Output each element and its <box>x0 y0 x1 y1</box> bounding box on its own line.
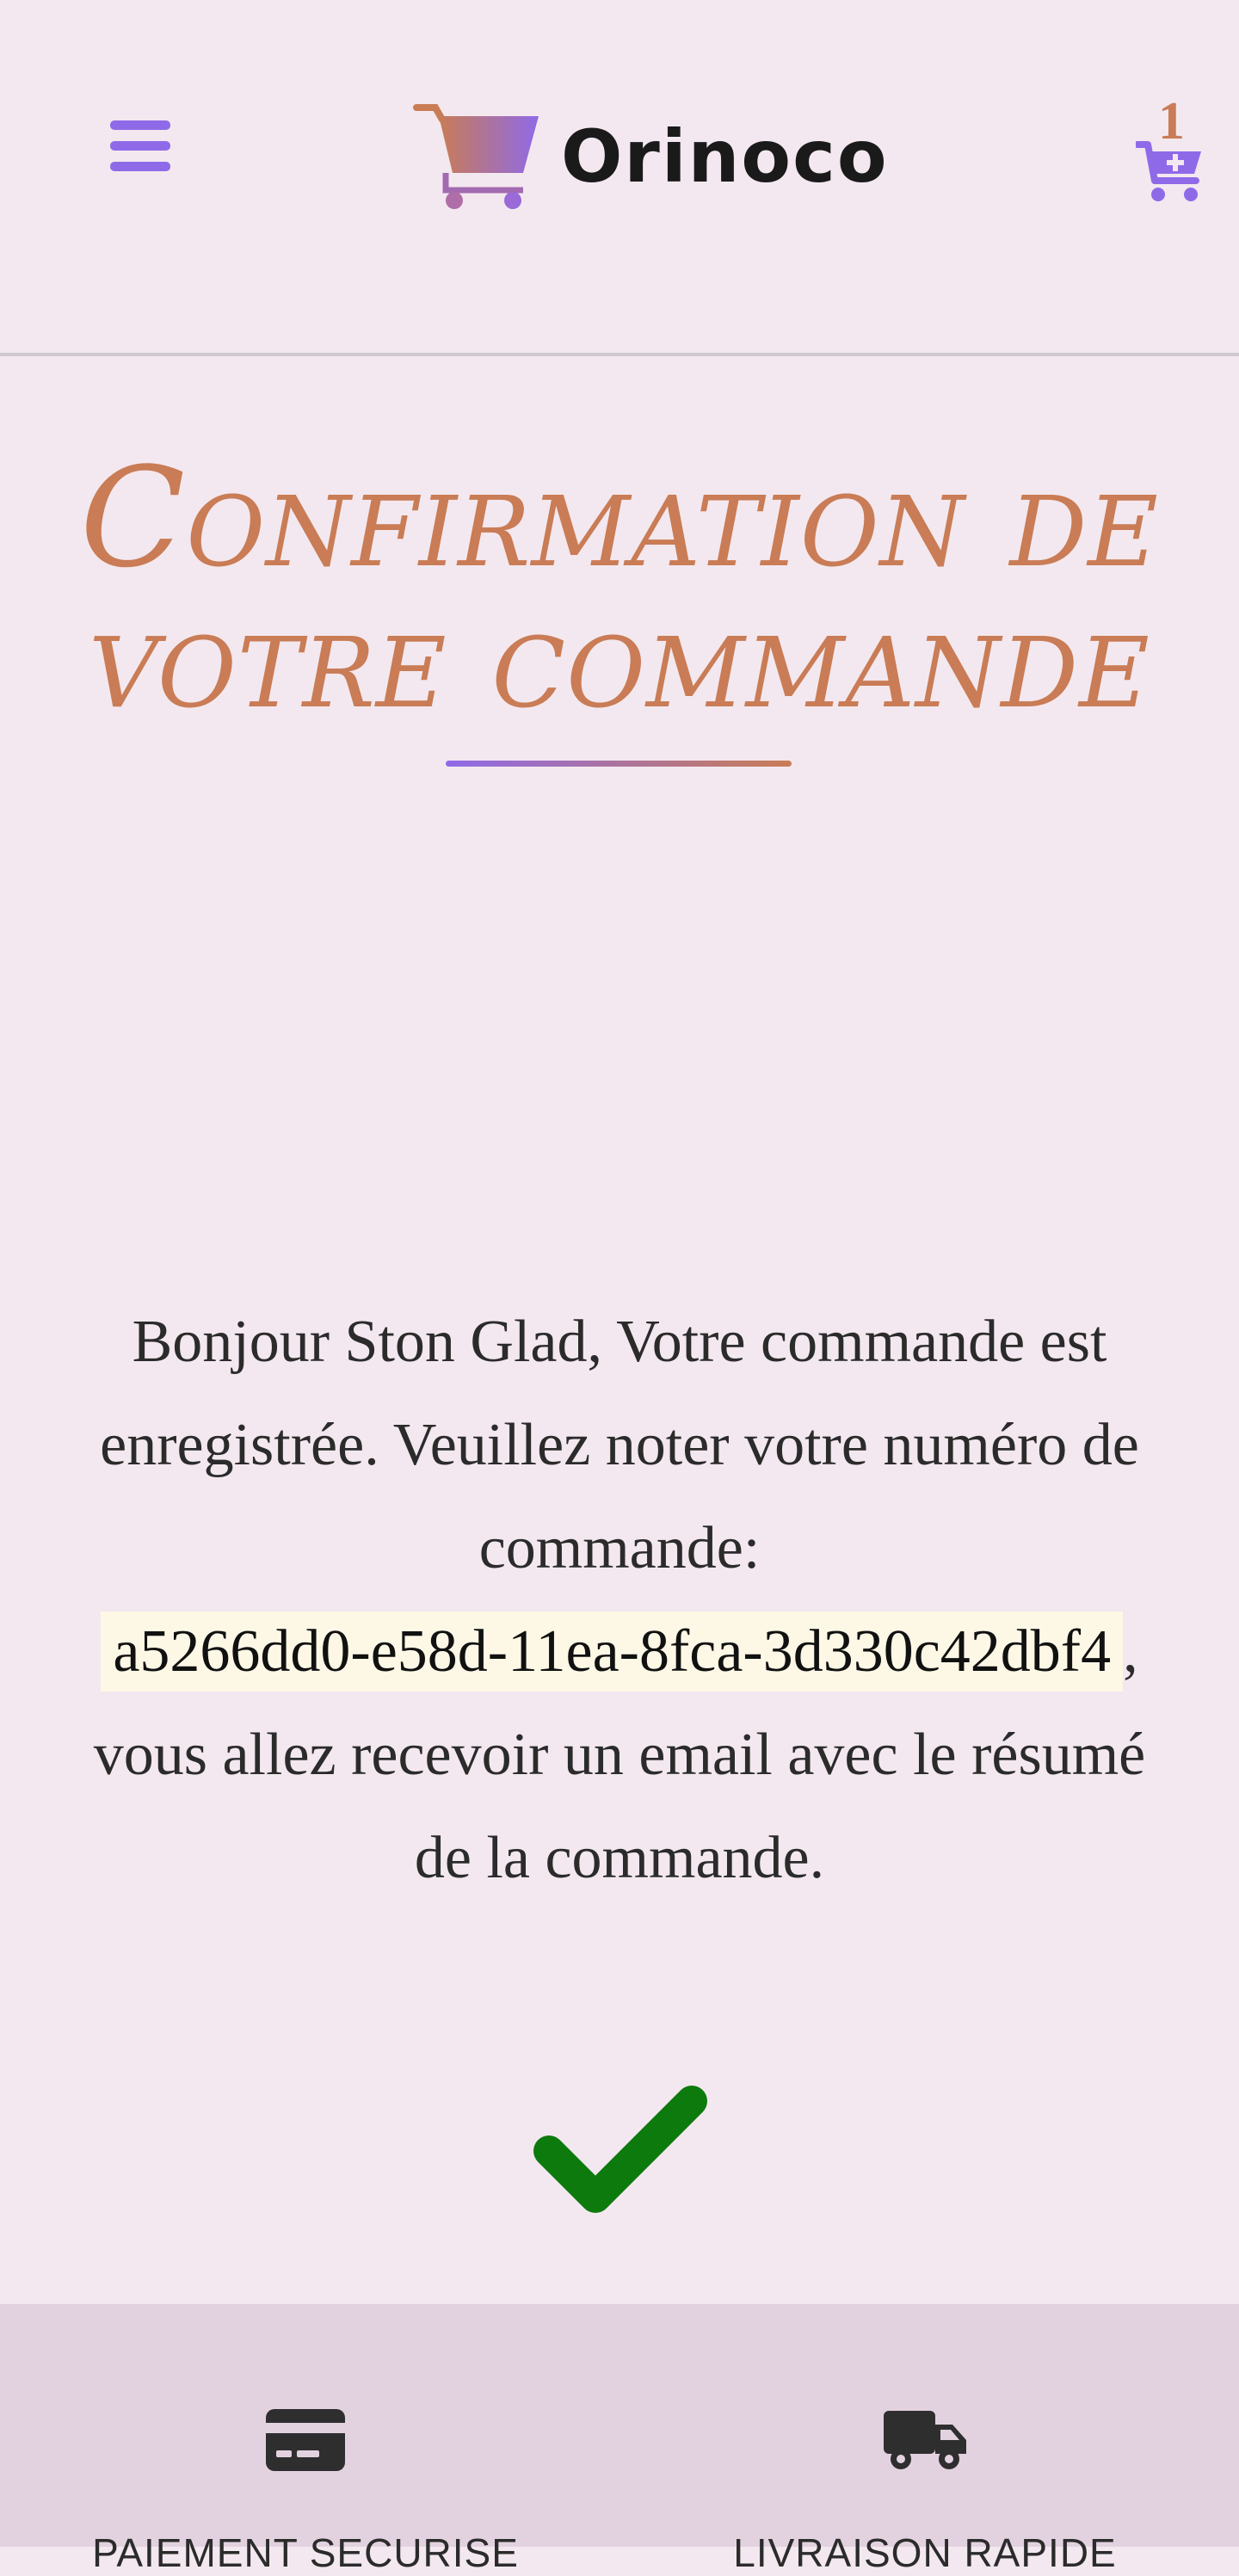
cart-button[interactable]: 1 <box>1127 95 1213 206</box>
hamburger-menu-icon <box>110 120 170 171</box>
check-icon <box>533 2086 707 2213</box>
site-header: Orinoco 1 <box>0 0 1239 356</box>
title-underline <box>446 761 792 767</box>
closing-text: vous allez recevoir un email avec le rés… <box>93 1722 1146 1891</box>
feature-label: PAIEMENT SECURISE <box>92 2530 519 2575</box>
order-number-separator: , <box>1123 1618 1138 1685</box>
order-number: a5266dd0-e58d-11ea-8fca-3d330c42dbf4 <box>101 1612 1124 1692</box>
feature-label: LIVRAISON RAPIDE <box>733 2530 1117 2575</box>
feature-secure-payment: PAIEMENT SECURISE <box>73 2304 538 2575</box>
menu-button[interactable] <box>103 112 177 181</box>
confirmation-message: Bonjour Ston Glad, Votre commande est en… <box>86 1291 1153 1910</box>
shopping-cart-logo-icon <box>413 104 539 209</box>
greeting-text: Bonjour Ston Glad, Votre commande est en… <box>100 1309 1139 1581</box>
cart-plus-icon <box>1136 141 1201 201</box>
credit-card-icon <box>266 2409 345 2471</box>
delivery-truck-icon <box>884 2411 966 2469</box>
brand-name: Orinoco <box>561 114 889 199</box>
feature-fast-delivery: LIVRAISON RAPIDE <box>693 2304 1157 2575</box>
site-footer: PAIEMENT SECURISE LIVRAISON RAPIDE <box>0 2304 1239 2575</box>
brand-logo[interactable]: Orinoco <box>413 96 889 217</box>
page-title: Confirmation de votre commande <box>79 437 1160 739</box>
